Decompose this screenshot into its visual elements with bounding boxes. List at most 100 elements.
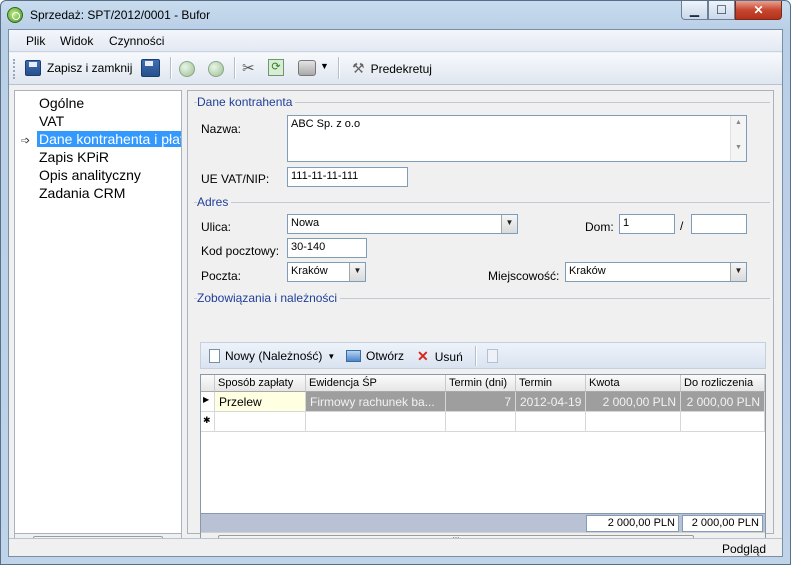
column-header-register[interactable]: Ewidencja ŚP	[306, 375, 446, 392]
section-contractor-title: Dane kontrahenta	[197, 95, 296, 109]
new-row-cell[interactable]	[681, 412, 765, 432]
chevron-down-icon[interactable]: ▼	[730, 263, 746, 281]
section-divider	[194, 202, 770, 203]
post-value: Kraków	[291, 265, 328, 277]
new-row-marker: ✱	[201, 412, 215, 432]
chevron-down-icon: ▼	[327, 351, 336, 361]
name-label: Nazwa:	[201, 122, 242, 136]
forward-arrow-icon	[208, 61, 224, 77]
status-mode: Podgląd	[721, 542, 766, 556]
cell-register[interactable]: Firmowy rachunek ba...	[306, 392, 446, 412]
new-receivable-button[interactable]: Nowy (Należność) ▼	[209, 349, 335, 363]
save-close-button[interactable]: Zapisz i zamknij	[25, 60, 132, 76]
grid-footer: 2 000,00 PLN 2 000,00 PLN	[201, 513, 765, 532]
nav-item-dane-kontrahenta[interactable]: Dane kontrahenta i płatności	[37, 131, 181, 147]
street-combo[interactable]: Nowa ▼	[287, 214, 518, 234]
chevron-down-icon[interactable]: ▼	[349, 263, 365, 281]
open-form-icon	[346, 350, 361, 362]
menu-bar: Plik Widok Czynności	[9, 30, 782, 52]
post-combo[interactable]: Kraków ▼	[287, 262, 366, 282]
back-button[interactable]	[179, 61, 195, 80]
print-dropdown-button[interactable]: ▼	[320, 61, 329, 71]
name-field[interactable]: ABC Sp. z o.o ▲ ▼	[287, 115, 747, 162]
column-header-payment-method[interactable]: Sposób zapłaty	[215, 375, 306, 392]
floppy-icon	[25, 60, 41, 76]
tools-button[interactable]: ✂	[242, 59, 255, 77]
new-row-cell[interactable]	[215, 412, 306, 432]
nav-item-ogolne[interactable]: Ogólne	[39, 95, 84, 111]
menu-widok[interactable]: Widok	[60, 34, 93, 48]
app-icon	[7, 7, 23, 23]
forward-button[interactable]	[208, 61, 224, 80]
street-value: Nowa	[291, 217, 320, 229]
cell-payment-method[interactable]: Przelew	[215, 392, 306, 412]
refresh-button[interactable]: ⟳	[268, 59, 284, 76]
cell-amount[interactable]: 2 000,00 PLN	[586, 392, 681, 412]
chevron-down-icon[interactable]: ▼	[501, 215, 517, 233]
house-label: Dom:	[585, 220, 614, 234]
close-button[interactable]: ✕	[735, 1, 782, 20]
toolbar-grip	[13, 59, 16, 79]
section-address-title: Adres	[197, 195, 232, 209]
form-panel: Dane kontrahenta Nazwa: ABC Sp. z o.o ▲ …	[187, 90, 774, 550]
open-button[interactable]: Otwórz	[346, 349, 404, 363]
column-header-term-days[interactable]: Termin (dni)	[446, 375, 516, 392]
menu-plik[interactable]: Plik	[26, 34, 45, 48]
maximize-button[interactable]: ☐	[708, 1, 735, 20]
toolbar: Zapisz i zamknij ✂ ⟳ ▼ ⚒ Predekretuj	[9, 53, 782, 85]
nav-item-vat[interactable]: VAT	[39, 113, 64, 129]
flat-input[interactable]	[691, 214, 747, 234]
refresh-icon: ⟳	[271, 61, 281, 73]
predecree-label: Predekretuj	[370, 61, 432, 76]
vat-label: UE VAT/NIP:	[201, 172, 270, 186]
save-close-label: Zapisz i zamknij	[47, 61, 133, 75]
print-button[interactable]	[298, 60, 316, 76]
cell-term-date[interactable]: 2012-04-19	[516, 392, 586, 412]
predecree-button[interactable]: ⚒ Predekretuj	[352, 60, 432, 77]
new-document-icon	[209, 349, 220, 363]
delete-button[interactable]: ✕ Usuń	[417, 348, 463, 365]
cell-to-settle[interactable]: 2 000,00 PLN	[681, 392, 765, 412]
current-arrow-icon: ➩	[21, 135, 31, 147]
scroll-up-icon[interactable]: ▲	[731, 119, 746, 126]
receivables-grid: Sposób zapłaty Ewidencja ŚP Termin (dni)…	[200, 374, 766, 550]
house-input[interactable]: 1	[619, 214, 675, 234]
wrench-icon: ✂	[242, 60, 255, 77]
edit-button[interactable]	[487, 349, 498, 363]
row-header-corner	[201, 375, 215, 392]
scroll-down-icon[interactable]: ▼	[731, 144, 746, 151]
vat-input[interactable]: 111-11-11-111	[287, 167, 408, 187]
city-label: Miejscowość:	[488, 269, 560, 283]
minimize-button[interactable]: ▁	[681, 1, 708, 20]
toolbar-separator	[475, 346, 476, 366]
title-bar: Sprzedaż: SPT/2012/0001 - Bufor ▁ ☐ ✕	[0, 0, 791, 30]
grid-toolbar: Nowy (Należność) ▼ Otwórz ✕ Usuń	[200, 342, 766, 369]
column-header-amount[interactable]: Kwota	[586, 375, 681, 392]
nav-item-opis-analityczny[interactable]: Opis analityczny	[39, 167, 141, 183]
hammer-icon: ⚒	[352, 60, 365, 76]
column-header-to-settle[interactable]: Do rozliczenia	[681, 375, 765, 392]
city-combo[interactable]: Kraków ▼	[565, 262, 747, 282]
nav-item-zapis-kpir[interactable]: Zapis KPiR	[39, 149, 109, 165]
postcode-input[interactable]: 30-140	[287, 238, 367, 258]
status-bar: Podgląd	[9, 538, 782, 556]
name-value: ABC Sp. z o.o	[291, 118, 361, 130]
cell-term-days[interactable]: 7	[446, 392, 516, 412]
total-amount: 2 000,00 PLN	[586, 515, 679, 532]
toolbar-separator	[234, 57, 235, 79]
nav-item-zadania-crm[interactable]: Zadania CRM	[39, 185, 125, 201]
back-arrow-icon	[179, 61, 195, 77]
new-row-cell[interactable]	[516, 412, 586, 432]
row-pointer-icon: ▶	[201, 392, 215, 412]
nav-panel: Ogólne VAT ➩ Dane kontrahenta i płatnośc…	[14, 90, 182, 534]
name-scrollbar[interactable]: ▲ ▼	[730, 116, 746, 161]
new-row-cell[interactable]	[586, 412, 681, 432]
section-obligations-title: Zobowiązania i należności	[197, 291, 341, 305]
delete-label: Usuń	[434, 349, 463, 364]
save-as-button[interactable]	[141, 59, 160, 80]
postcode-label: Kod pocztowy:	[201, 244, 280, 258]
column-header-term-date[interactable]: Termin	[516, 375, 586, 392]
new-row-cell[interactable]	[446, 412, 516, 432]
new-row-cell[interactable]	[306, 412, 446, 432]
menu-czynnosci[interactable]: Czynności	[109, 34, 164, 48]
